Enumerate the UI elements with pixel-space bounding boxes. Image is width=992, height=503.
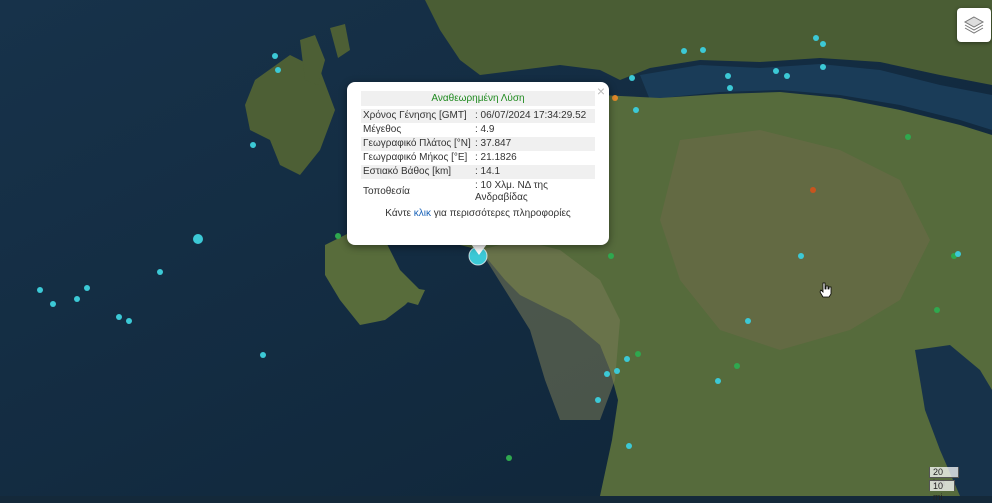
layers-button[interactable] — [957, 8, 991, 42]
scale-mi: 10 mi — [929, 480, 955, 502]
row-location: Τοποθεσία : 10 Χλμ. ΝΔ της Ανδραβίδας — [361, 179, 595, 205]
event-marker — [50, 301, 56, 307]
event-marker — [629, 75, 635, 81]
event-marker — [506, 455, 512, 461]
event-marker — [614, 368, 620, 374]
event-marker — [905, 134, 911, 140]
event-marker — [595, 397, 601, 403]
event-marker — [727, 85, 733, 91]
event-popup: × Αναθεωρημένη Λύση Χρόνος Γένησης [GMT]… — [347, 82, 609, 245]
event-marker — [633, 107, 639, 113]
popup-title: Αναθεωρημένη Λύση — [361, 91, 595, 106]
row-origin-time: Χρόνος Γένησης [GMT] : 06/07/2024 17:34:… — [361, 109, 595, 123]
event-marker — [37, 287, 43, 293]
event-marker — [810, 187, 816, 193]
event-marker — [820, 64, 826, 70]
row-longitude: Γεωγραφικό Μήκος [°E] : 21.1826 — [361, 151, 595, 165]
footer-text-before: Κάντε — [385, 208, 414, 219]
row-value: : 37.847 — [473, 137, 595, 151]
row-label: Χρόνος Γένησης [GMT] — [361, 109, 473, 123]
row-value: : 10 Χλμ. ΝΔ της Ανδραβίδας — [475, 180, 548, 203]
popup-tip — [471, 244, 487, 255]
event-marker — [608, 253, 614, 259]
event-marker — [798, 253, 804, 259]
event-marker — [84, 285, 90, 291]
close-icon[interactable]: × — [597, 84, 605, 98]
event-marker — [934, 307, 940, 313]
row-label: Εστιακό Βάθος [km] — [361, 165, 473, 179]
event-marker — [626, 443, 632, 449]
event-marker — [725, 73, 731, 79]
footer-text-after: για περισσότερες πληροφορίες — [431, 208, 571, 219]
scale-km: 20 km — [929, 467, 959, 488]
popup-footer: Κάντε κλικ για περισσότερες πληροφορίες — [361, 208, 595, 219]
event-marker — [734, 363, 740, 369]
event-info-table: Χρόνος Γένησης [GMT] : 06/07/2024 17:34:… — [361, 109, 595, 205]
row-value: : 06/07/2024 17:34:29.52 — [473, 109, 595, 123]
event-marker — [820, 41, 826, 47]
event-marker — [260, 352, 266, 358]
event-marker — [624, 356, 630, 362]
event-marker — [715, 378, 721, 384]
event-marker — [635, 351, 641, 357]
row-value: : 21.1826 — [475, 152, 517, 163]
event-marker — [612, 95, 618, 101]
row-label: Γεωγραφικό Πλάτος [°N] — [361, 137, 473, 151]
event-marker — [275, 67, 281, 73]
event-marker — [335, 233, 341, 239]
event-marker — [784, 73, 790, 79]
event-marker — [745, 318, 751, 324]
row-label: Γεωγραφικό Μήκος [°E] — [363, 152, 468, 163]
satellite-map[interactable] — [0, 0, 992, 496]
event-marker — [700, 47, 706, 53]
hand-cursor-icon — [819, 282, 832, 298]
event-marker — [74, 296, 80, 302]
event-marker — [813, 35, 819, 41]
row-value: : 4.9 — [475, 124, 495, 135]
event-marker — [116, 314, 122, 320]
event-marker — [157, 269, 163, 275]
event-marker — [681, 48, 687, 54]
row-value: : 14.1 — [473, 165, 595, 179]
row-label: Τοποθεσία — [363, 186, 410, 197]
event-marker — [773, 68, 779, 74]
event-marker — [272, 53, 278, 59]
row-depth: Εστιακό Βάθος [km] : 14.1 — [361, 165, 595, 179]
event-marker — [126, 318, 132, 324]
event-marker — [955, 251, 961, 257]
layers-icon — [963, 16, 985, 34]
row-magnitude: Μέγεθος : 4.9 — [361, 123, 595, 137]
more-info-link[interactable]: κλικ — [414, 208, 431, 219]
row-latitude: Γεωγραφικό Πλάτος [°N] : 37.847 — [361, 137, 595, 151]
event-marker — [193, 234, 203, 244]
row-label: Μέγεθος — [363, 124, 402, 135]
event-marker — [250, 142, 256, 148]
event-marker — [604, 371, 610, 377]
